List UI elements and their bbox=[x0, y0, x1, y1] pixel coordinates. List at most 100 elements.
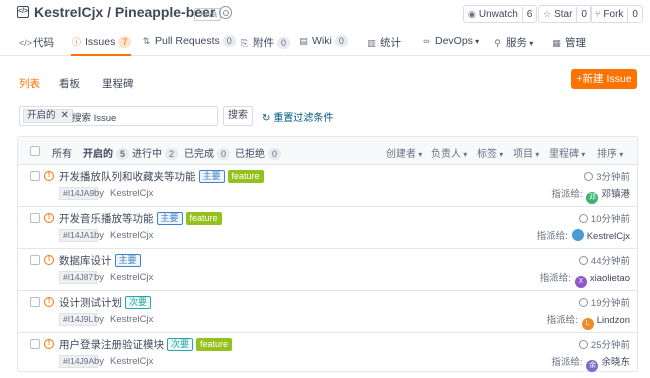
chart-icon: ▥ bbox=[367, 38, 376, 48]
tab-services[interactable]: ⚲ 服务 ▾ bbox=[492, 35, 533, 56]
issue-checkbox[interactable] bbox=[30, 339, 40, 349]
issue-search-box[interactable]: 开启的 ✕ 搜索 Issue bbox=[19, 106, 218, 126]
issue-title[interactable]: 设计测试计划 bbox=[59, 297, 122, 309]
assignee-name[interactable]: xiaolietao bbox=[590, 273, 630, 284]
issue-assignee: 指派给: Xxiaolietao bbox=[540, 270, 630, 288]
filter-label-dropdown[interactable]: 标签 bbox=[477, 145, 503, 160]
issue-label[interactable]: 主要 bbox=[198, 170, 225, 183]
issue-label[interactable]: 次要 bbox=[167, 338, 194, 351]
issue-row[interactable]: ! 设计测试计划 次要 #I14J9L by KestrelCjx 19分钟前 指派… bbox=[18, 291, 637, 333]
avatar[interactable] bbox=[571, 229, 584, 241]
assignee-name[interactable]: 余晓东 bbox=[601, 357, 630, 368]
unwatch-button[interactable]: ◉ Unwatch 6 bbox=[463, 5, 538, 23]
tab-code[interactable]: </>代码 bbox=[19, 35, 54, 56]
issue-author[interactable]: KestrelCjx bbox=[110, 188, 153, 199]
filter-closed[interactable]: 已完成 0 bbox=[184, 145, 231, 160]
issue-author[interactable]: KestrelCjx bbox=[110, 272, 153, 283]
search-button[interactable]: 搜索 bbox=[223, 106, 253, 126]
issue-row[interactable]: ! 开发音乐播放等功能 主要 feature #I14JA1 by KestrelCj… bbox=[18, 207, 637, 249]
repo-title[interactable]: KestrelCjx / Pineapple-beer bbox=[34, 4, 215, 20]
reset-filters-link[interactable]: ↻ 重置过滤条件 bbox=[262, 109, 333, 124]
issue-author[interactable]: KestrelCjx bbox=[110, 356, 153, 367]
assignee-name[interactable]: 邓镇港 bbox=[601, 189, 630, 200]
issue-id[interactable]: #I14JA9 bbox=[59, 187, 99, 200]
clock-icon bbox=[584, 172, 594, 181]
issue-label[interactable]: feature bbox=[185, 212, 222, 225]
search-input[interactable]: 搜索 Issue bbox=[72, 110, 116, 124]
star-button[interactable]: ☆ Star 0 bbox=[538, 5, 592, 23]
repo-header: </> KestrelCjx / Pineapple-beer Java ◉ Un… bbox=[0, 0, 650, 30]
tab-settings[interactable]: ▦ 管理 bbox=[551, 35, 586, 56]
issue-row[interactable]: ! 数据库设计 主要 #I14J87 by KestrelCjx 44分钟前 指派给… bbox=[18, 249, 637, 291]
issue-checkbox[interactable] bbox=[30, 171, 40, 181]
issue-label[interactable]: 主要 bbox=[156, 212, 183, 225]
issue-row[interactable]: ! 用户登录注册验证模块 次要 feature #I14J9A by KestrelC… bbox=[18, 333, 637, 375]
star-icon: ☆ bbox=[543, 9, 552, 19]
tab-issues[interactable]: ⓘ Issues 7 bbox=[71, 35, 132, 56]
filter-open[interactable]: 开启的 5 bbox=[83, 145, 130, 160]
issue-label[interactable]: feature bbox=[196, 338, 233, 351]
issue-time: 19分钟前 bbox=[578, 295, 630, 309]
watch-count: 6 bbox=[521, 7, 537, 23]
filter-assignee-dropdown[interactable]: 负责人 bbox=[431, 145, 467, 160]
issue-title[interactable]: 用户登录注册验证模块 bbox=[59, 339, 164, 351]
paperclip-icon: ⎘ bbox=[240, 38, 249, 48]
issue-checkbox[interactable] bbox=[30, 255, 40, 265]
issue-title-line: 设计测试计划 次要 bbox=[59, 295, 152, 310]
filter-creator-dropdown[interactable]: 创建者 bbox=[386, 145, 422, 160]
avatar[interactable]: 余 bbox=[586, 360, 599, 372]
subtab-board[interactable]: 看板 bbox=[59, 76, 80, 91]
filter-milestone-dropdown[interactable]: 里程碑 bbox=[549, 145, 585, 160]
issue-title[interactable]: 开发播放队列和收藏夹等功能 bbox=[59, 171, 196, 183]
issue-icon: ⓘ bbox=[71, 37, 81, 47]
tab-pull-requests[interactable]: ⇅ Pull Requests 0 bbox=[141, 35, 236, 56]
issue-checkbox[interactable] bbox=[30, 213, 40, 223]
fork-button[interactable]: ⑂ Fork 0 bbox=[590, 5, 643, 23]
issue-author[interactable]: KestrelCjx bbox=[110, 230, 153, 241]
issue-row[interactable]: ! 开发播放队列和收藏夹等功能 主要 feature #I14JA9 by Kestr… bbox=[18, 165, 637, 207]
issue-label[interactable]: 主要 bbox=[114, 254, 141, 267]
service-icon: ⚲ bbox=[494, 38, 501, 48]
language-badge: Java bbox=[194, 8, 222, 21]
issue-id[interactable]: #I14J9A bbox=[59, 355, 99, 368]
new-issue-button[interactable]: +新建 Issue bbox=[571, 69, 637, 89]
issue-id[interactable]: #I14JA1 bbox=[59, 229, 99, 242]
issue-time: 25分钟前 bbox=[578, 337, 630, 351]
eye-icon: ◉ bbox=[468, 9, 476, 19]
subtab-list[interactable]: 列表 bbox=[19, 76, 40, 91]
filter-rejected[interactable]: 已拒绝 0 bbox=[235, 145, 282, 160]
filter-progressing[interactable]: 进行中 2 bbox=[132, 145, 179, 160]
issue-id[interactable]: #I14J87 bbox=[59, 271, 98, 284]
filter-project-dropdown[interactable]: 项目 bbox=[513, 145, 539, 160]
tab-attachments[interactable]: ⎘ 附件 0 bbox=[239, 35, 291, 56]
avatar[interactable]: L bbox=[581, 318, 594, 330]
issue-id[interactable]: #I14J9L bbox=[59, 313, 98, 326]
open-issue-icon: ! bbox=[44, 339, 54, 349]
issue-title[interactable]: 开发音乐播放等功能 bbox=[59, 213, 154, 225]
tab-wiki[interactable]: ▤ Wiki 0 bbox=[298, 35, 348, 56]
filter-all[interactable]: 所有 bbox=[52, 145, 72, 160]
issue-author-line: by KestrelCjx bbox=[94, 272, 154, 283]
assignee-name[interactable]: Lindzon bbox=[597, 315, 630, 326]
subtab-milestone[interactable]: 里程碑 bbox=[102, 76, 134, 91]
issue-title[interactable]: 数据库设计 bbox=[59, 255, 112, 267]
tab-stats[interactable]: ▥ 统计 bbox=[366, 35, 401, 56]
issue-label[interactable]: feature bbox=[227, 170, 264, 183]
pull-request-icon: ⇅ bbox=[142, 36, 151, 46]
select-all-checkbox[interactable] bbox=[30, 146, 40, 156]
clock-icon bbox=[578, 340, 588, 349]
avatar[interactable]: 邓 bbox=[586, 192, 599, 204]
sort-dropdown[interactable]: 排序 bbox=[597, 145, 623, 160]
issue-author[interactable]: KestrelCjx bbox=[110, 314, 153, 325]
issue-checkbox[interactable] bbox=[30, 297, 40, 307]
issue-title-line: 用户登录注册验证模块 次要 feature bbox=[59, 337, 233, 352]
issue-label[interactable]: 次要 bbox=[125, 296, 152, 309]
filter-chip-open[interactable]: 开启的 ✕ bbox=[23, 109, 73, 123]
avatar[interactable]: X bbox=[574, 276, 587, 288]
assignee-name[interactable]: KestrelCjx bbox=[587, 231, 630, 242]
issue-assignee: 指派给: 邓邓镇港 bbox=[551, 186, 630, 204]
open-issue-icon: ! bbox=[44, 255, 54, 265]
tab-devops[interactable]: ∞ DevOps ▾ bbox=[421, 35, 479, 56]
close-icon[interactable]: ✕ bbox=[61, 110, 69, 121]
issue-title-line: 开发音乐播放等功能 主要 feature bbox=[59, 211, 222, 226]
